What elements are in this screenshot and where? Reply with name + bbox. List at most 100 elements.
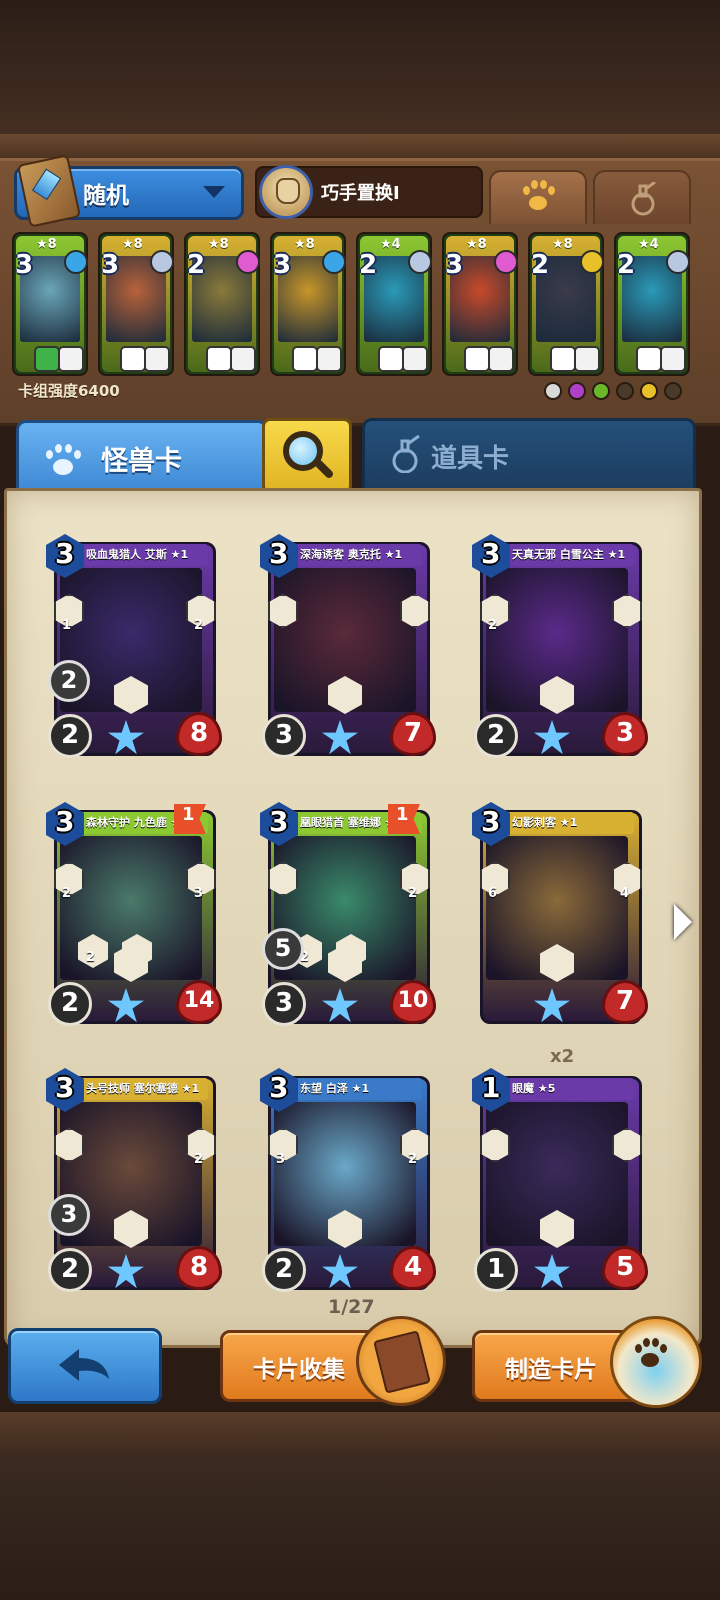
deck-selector-dropdown[interactable]: 随机 <box>14 154 244 228</box>
monster-card[interactable]: 深海诱客 奥克托 ★1 3 3 7 <box>260 532 436 762</box>
card-cost: 3 <box>269 1071 289 1104</box>
card-attack: 3 <box>262 714 306 758</box>
trait-icon <box>206 346 232 372</box>
card-attack: 2 <box>48 982 92 1026</box>
trait-icon <box>574 346 600 372</box>
rarity-gem-icon <box>580 250 604 274</box>
card-name: 森林守护 九色鹿 ★8 <box>86 816 189 829</box>
rarity-gem-icon <box>666 250 690 274</box>
tab-monster-cards[interactable]: 怪兽卡 <box>16 420 268 493</box>
rarity-gem-icon <box>236 250 260 274</box>
deck-card[interactable]: ★8 3 <box>442 232 518 376</box>
card-cost: 3 <box>269 805 289 838</box>
deck-card-cost: 2 <box>359 250 378 280</box>
hero-skill-box[interactable]: 巧手置换I <box>255 165 483 219</box>
deck-card[interactable]: ★8 2 <box>528 232 604 376</box>
trait-icon <box>636 346 662 372</box>
right-ability-value: 2 <box>408 1152 418 1167</box>
monster-card[interactable]: 头号技师 塞尔塞德 ★1 3 2 3 2 8 <box>46 1066 222 1296</box>
card-collection-label: 卡片收集 <box>253 1357 345 1383</box>
trait-icon <box>292 346 318 372</box>
race-icon <box>568 382 586 400</box>
craft-card-label: 制造卡片 <box>505 1357 597 1383</box>
back-button[interactable] <box>8 1328 162 1404</box>
card-attack: 1 <box>474 1248 518 1292</box>
card-health: 3 <box>602 712 648 756</box>
left-ability-value: 6 <box>488 886 498 901</box>
card-name: 幻影刺客 ★1 <box>512 816 578 829</box>
card-attack: 2 <box>48 714 92 758</box>
rarity-gem-icon <box>64 250 88 274</box>
deck-card-stars: ★4 <box>638 237 659 252</box>
trait-icon <box>120 346 146 372</box>
deck-card[interactable]: ★8 3 <box>98 232 174 376</box>
deck-card-cost: 3 <box>101 250 120 280</box>
deck-book-icon <box>16 154 82 228</box>
skill-avatar-icon <box>259 165 313 219</box>
card-copies-count: x2 <box>550 1046 575 1067</box>
tab-monster-label: 怪兽卡 <box>101 446 182 477</box>
right-ability-value: 2 <box>194 1152 204 1167</box>
deck-card-cost: 2 <box>187 250 206 280</box>
rarity-gem-icon <box>494 250 518 274</box>
tab-item-deck[interactable] <box>593 170 691 224</box>
race-icon <box>544 382 562 400</box>
monster-card[interactable]: 幻影刺客 ★1 3 6 4 7 <box>472 800 648 1030</box>
monster-card[interactable]: 东望 白泽 ★1 3 3 2 2 4 <box>260 1066 436 1296</box>
card-health: 5 <box>602 1246 648 1290</box>
potion-icon <box>631 182 656 216</box>
ability-value: 2 <box>86 950 96 965</box>
trait-icon <box>660 346 686 372</box>
deck-card-cost: 2 <box>617 250 636 280</box>
trait-icon <box>316 346 342 372</box>
card-book-icon[interactable] <box>356 1316 446 1406</box>
rarity-gem-icon <box>408 250 432 274</box>
deck-card-stars: ★4 <box>380 237 401 252</box>
monster-card[interactable]: 天真无邪 白雪公主 ★1 3 2 2 3 <box>472 532 648 762</box>
search-button[interactable] <box>262 418 352 494</box>
chevron-down-icon <box>203 186 225 198</box>
card-attack: 3 <box>262 982 306 1026</box>
left-ability-value: 2 <box>62 886 72 901</box>
tab-item-cards[interactable]: 道具卡 <box>362 418 696 491</box>
left-ability-value: 2 <box>488 618 498 633</box>
next-page-arrow-icon[interactable] <box>674 904 692 940</box>
deck-card[interactable]: ★8 3 <box>12 232 88 376</box>
right-ability-value: 3 <box>194 886 204 901</box>
card-cost: 3 <box>481 805 501 838</box>
bottom-wood-background <box>0 1412 720 1600</box>
trait-icon <box>550 346 576 372</box>
race-icon <box>664 382 682 400</box>
card-secondary-stat: 2 <box>48 660 90 702</box>
deck-card-stars: ★8 <box>552 237 573 252</box>
card-health: 7 <box>390 712 436 756</box>
trait-icon <box>402 346 428 372</box>
monster-card[interactable]: 吸血鬼猎人 艾斯 ★1 3 1 2 2 2 8 <box>46 532 222 762</box>
right-ability-value: 4 <box>620 886 630 901</box>
tab-monster-deck[interactable] <box>489 170 587 224</box>
card-cost: 3 <box>269 537 289 570</box>
card-cost: 1 <box>481 1071 501 1104</box>
card-cost: 3 <box>55 805 75 838</box>
card-name: 吸血鬼猎人 艾斯 ★1 <box>86 548 189 561</box>
deck-power-label: 卡组强度6400 <box>18 382 120 400</box>
card-attack: 2 <box>474 714 518 758</box>
deck-selector-label: 随机 <box>83 183 129 209</box>
monster-card[interactable]: 眼魔 ★5 1 1 5 <box>472 1066 648 1296</box>
deck-card[interactable]: ★8 3 <box>270 232 346 376</box>
card-cost: 3 <box>55 1071 75 1104</box>
right-ability-value: 2 <box>408 886 418 901</box>
card-name: 眼魔 ★5 <box>512 1082 556 1095</box>
card-name: 凰眼猎首 塞维娜 ★8 <box>300 816 403 829</box>
left-ability-value: 1 <box>62 618 72 633</box>
monster-card[interactable]: 森林守护 九色鹿 ★8312322214 <box>46 800 222 1030</box>
card-health: 8 <box>176 1246 222 1290</box>
monster-card[interactable]: 凰眼猎首 塞维娜 ★8 3 1 2 2 5 3 10 <box>260 800 436 1030</box>
deck-card[interactable]: ★4 2 <box>356 232 432 376</box>
deck-card-cost: 3 <box>15 250 34 280</box>
page-indicator: 1/27 <box>328 1296 375 1318</box>
deck-card[interactable]: ★8 2 <box>184 232 260 376</box>
craft-potion-icon[interactable] <box>610 1316 702 1408</box>
deck-card[interactable]: ★4 2 <box>614 232 690 376</box>
card-name: 东望 白泽 ★1 <box>300 1082 370 1095</box>
